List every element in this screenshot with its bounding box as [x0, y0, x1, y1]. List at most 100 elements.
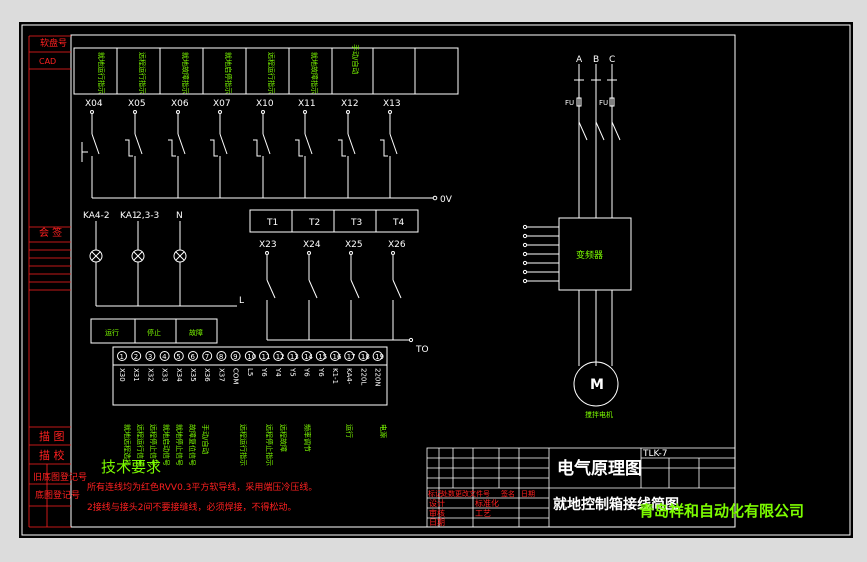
svg-text:X24: X24 — [303, 240, 321, 250]
terminal-number: 17 — [347, 353, 356, 361]
terminal-label: Y5 — [288, 367, 296, 377]
terminal-label: Y6 — [303, 367, 311, 377]
terminal-number: 12 — [276, 353, 285, 361]
terminal-label: Y6 — [260, 367, 268, 377]
terminal-label: X37 — [217, 368, 225, 382]
terminal-number: 4 — [162, 353, 167, 361]
schematic-canvas: 软盘号 CAD 会 签 描 图 描 校 旧底图登记号 底图登记号 就地运行指示 … — [21, 24, 851, 536]
input-label-x10: X10 — [256, 99, 274, 109]
record-label: 底图登记号 — [35, 489, 80, 501]
drawing-title: 电气原理图 — [557, 458, 642, 479]
lamp-label-strip: 运行 停止 故障 — [90, 318, 218, 344]
phase-b: B — [593, 55, 599, 65]
terminal-label: Y6 — [317, 367, 325, 377]
terminal-label: X32 — [146, 368, 154, 382]
motor-label: M — [590, 377, 604, 393]
terminal-label: X33 — [161, 368, 169, 382]
power-circuit — [522, 64, 632, 407]
vfd-label: 变频器 — [576, 249, 603, 261]
company-name: 青岛祥和自动化有限公司 — [639, 502, 804, 520]
module-label-7: 手动/自动 — [351, 44, 360, 74]
svg-text:远程故障: 远程故障 — [279, 424, 288, 452]
svg-text:频率调节: 频率调节 — [303, 424, 312, 452]
svg-text:手动/自动: 手动/自动 — [201, 424, 210, 454]
trace-label: 描 图 — [39, 429, 65, 443]
indicator-lamps: KA4-2 KA1 2,3-3 N — [83, 211, 237, 307]
svg-text:故障复位信号: 故障复位信号 — [188, 424, 197, 466]
check-label: 描 校 — [39, 448, 65, 462]
module-label-6: 就地故障指示 — [310, 52, 319, 94]
tech-req-title: 技术要求 — [101, 458, 161, 476]
terminal-label: KA4- — [345, 368, 353, 385]
input-label-x12: X12 — [341, 99, 359, 109]
svg-text:更改文件号: 更改文件号 — [455, 489, 490, 498]
terminal-label: K1-1 — [331, 368, 339, 384]
svg-text:运行: 运行 — [105, 328, 119, 337]
terminal-number: 15 — [318, 353, 327, 361]
terminal-number: 2 — [134, 353, 138, 361]
terminal-label: 220N — [374, 368, 382, 387]
terminal-label: 220L — [359, 368, 367, 385]
svg-text:X23: X23 — [259, 240, 277, 250]
drawing-code: TLK-7 — [642, 449, 667, 459]
bus-0v-label: 0V — [440, 195, 453, 205]
output-switch-array — [265, 251, 414, 343]
terminal-label: COM — [232, 368, 240, 384]
svg-text:就地停止信号: 就地停止信号 — [175, 424, 184, 466]
x-label-row: X23 X24 X25 X26 — [259, 240, 406, 250]
svg-text:运行: 运行 — [345, 424, 354, 438]
svg-text:N: N — [176, 211, 183, 221]
terminal-number: 16 — [333, 353, 342, 361]
terminal-number: 19 — [375, 353, 384, 361]
module-label-1: 就地运行指示 — [97, 52, 106, 94]
svg-text:T1: T1 — [266, 218, 278, 228]
old-record-label: 旧底图登记号 — [33, 471, 87, 483]
svg-text:KA1: KA1 — [120, 211, 138, 221]
svg-text:就地启动信号: 就地启动信号 — [162, 424, 171, 466]
terminal-block: 1 X30 2 X31 3 X32 4 X33 5 X34 6 X35 7 X36 8 X37 9 COM 10 L5… — [112, 346, 388, 406]
input-label-row: X04 X05 X06 X07 X10 X11 X12 X13 — [85, 99, 401, 109]
disk-no-label: 软盘号 — [40, 37, 67, 49]
svg-text:审核: 审核 — [429, 508, 445, 518]
input-switch-array — [81, 110, 438, 201]
phase-a: A — [576, 55, 583, 65]
svg-text:T4: T4 — [392, 218, 404, 228]
countersign-label: 会 签 — [39, 226, 62, 239]
svg-text:停止: 停止 — [147, 328, 161, 337]
svg-text:KA4-2: KA4-2 — [83, 211, 110, 221]
terminal-number: 11 — [262, 353, 271, 361]
terminal-number: 10 — [247, 353, 256, 361]
module-label-4: 就地启停指示 — [224, 52, 233, 94]
input-label-x06: X06 — [171, 99, 189, 109]
terminal-number: 14 — [304, 353, 313, 361]
input-label-x07: X07 — [213, 99, 231, 109]
tech-req-line-2: 2接线与接头2间不要接缝线，必须焊接，不得松动。 — [87, 501, 296, 513]
fuse-label-2: FU — [599, 99, 608, 107]
svg-text:X25: X25 — [345, 240, 363, 250]
cad-window: 软盘号 CAD 会 签 描 图 描 校 旧底图登记号 底图登记号 就地运行指示 … — [0, 0, 867, 562]
terminal-label: X35 — [189, 368, 197, 382]
svg-text:T3: T3 — [350, 218, 362, 228]
svg-text:标记: 标记 — [428, 489, 442, 498]
terminal-number: 3 — [148, 353, 152, 361]
terminal-label: L5 — [246, 368, 254, 376]
cad-label: CAD — [39, 57, 56, 66]
terminal-label: X30 — [118, 368, 126, 382]
svg-text:日期: 日期 — [521, 490, 535, 498]
svg-text:电源: 电源 — [379, 424, 388, 438]
control-module-strip: 就地运行指示 远程运行指示 就地故障指示 就地启停指示 远程运行指示 就地故障指… — [73, 44, 459, 95]
terminal-number: 9 — [233, 353, 237, 361]
terminal-number: 13 — [290, 353, 299, 361]
module-label-5: 远程运行指示 — [267, 52, 276, 94]
svg-text:工艺: 工艺 — [475, 509, 491, 518]
drawing-sheet: 软盘号 CAD 会 签 描 图 描 校 旧底图登记号 底图登记号 就地运行指示 … — [19, 22, 853, 538]
svg-text:远程停止指示: 远程停止指示 — [265, 424, 274, 466]
l-line-label: L — [239, 296, 244, 306]
svg-text:日期: 日期 — [429, 518, 445, 527]
terminal-number: 5 — [176, 353, 180, 361]
terminal-number: 6 — [191, 353, 196, 361]
terminal-number: 18 — [361, 353, 370, 361]
phase-c: C — [609, 55, 615, 65]
svg-text:标准化: 标准化 — [475, 498, 499, 508]
module-label-2: 远程运行指示 — [138, 52, 147, 94]
